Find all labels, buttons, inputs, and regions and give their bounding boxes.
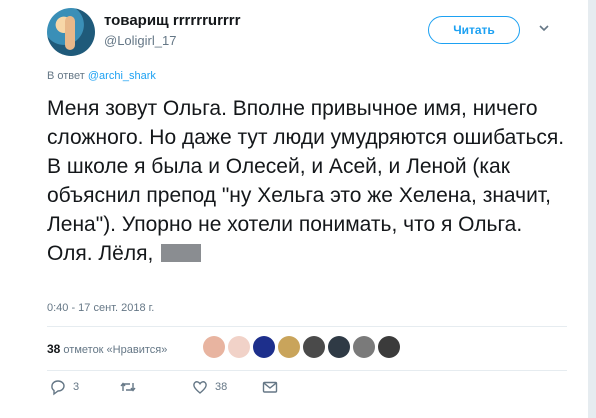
liker-avatar[interactable] [278,336,300,358]
follow-button[interactable]: Читать [428,16,520,44]
reply-icon [51,380,65,396]
reply-context: В ответ @archi_shark [47,70,156,82]
user-handle[interactable]: @Loligirl_17 [104,33,176,48]
reply-button[interactable]: 3 [49,378,79,396]
retweet-icon [120,382,136,392]
reply-prefix: В ответ [47,70,85,82]
timestamp[interactable]: 0:40 - 17 сент. 2018 г. [47,302,154,314]
chevron-down-icon[interactable] [537,21,551,35]
likes-summary[interactable]: 38 отметок «Нравится» [47,342,167,356]
action-bar: 3 38 [47,378,567,404]
divider [47,326,567,327]
censored-block [161,244,202,262]
liker-avatar[interactable] [328,336,350,358]
like-count: 38 [215,381,228,393]
reply-to-link[interactable]: @archi_shark [88,70,156,82]
divider [47,370,567,371]
display-name[interactable]: товарищ rrrrrrurrrr [104,12,240,29]
likers-list [203,336,400,358]
page-edge [588,0,596,418]
avatar[interactable] [47,8,95,56]
liker-avatar[interactable] [303,336,325,358]
liker-avatar[interactable] [378,336,400,358]
heart-icon [193,381,207,394]
reply-count: 3 [73,381,80,393]
tweet-text: Меня зовут Ольга. Вполне привычное имя, … [47,94,567,268]
tweet-card: товарищ rrrrrrurrrr @Loligirl_17 Читать … [0,0,588,418]
liker-avatar[interactable] [228,336,250,358]
liker-avatar[interactable] [253,336,275,358]
liker-avatar[interactable] [203,336,225,358]
envelope-icon [262,381,278,393]
liker-avatar[interactable] [353,336,375,358]
direct-message-button[interactable] [261,378,279,396]
like-button[interactable]: 38 [191,378,227,396]
retweet-button[interactable] [119,378,143,396]
tweet-text-body: Меня зовут Ольга. Вполне привычное имя, … [47,97,565,265]
likes-label: отметок «Нравится» [63,344,168,356]
likes-count: 38 [47,342,61,356]
